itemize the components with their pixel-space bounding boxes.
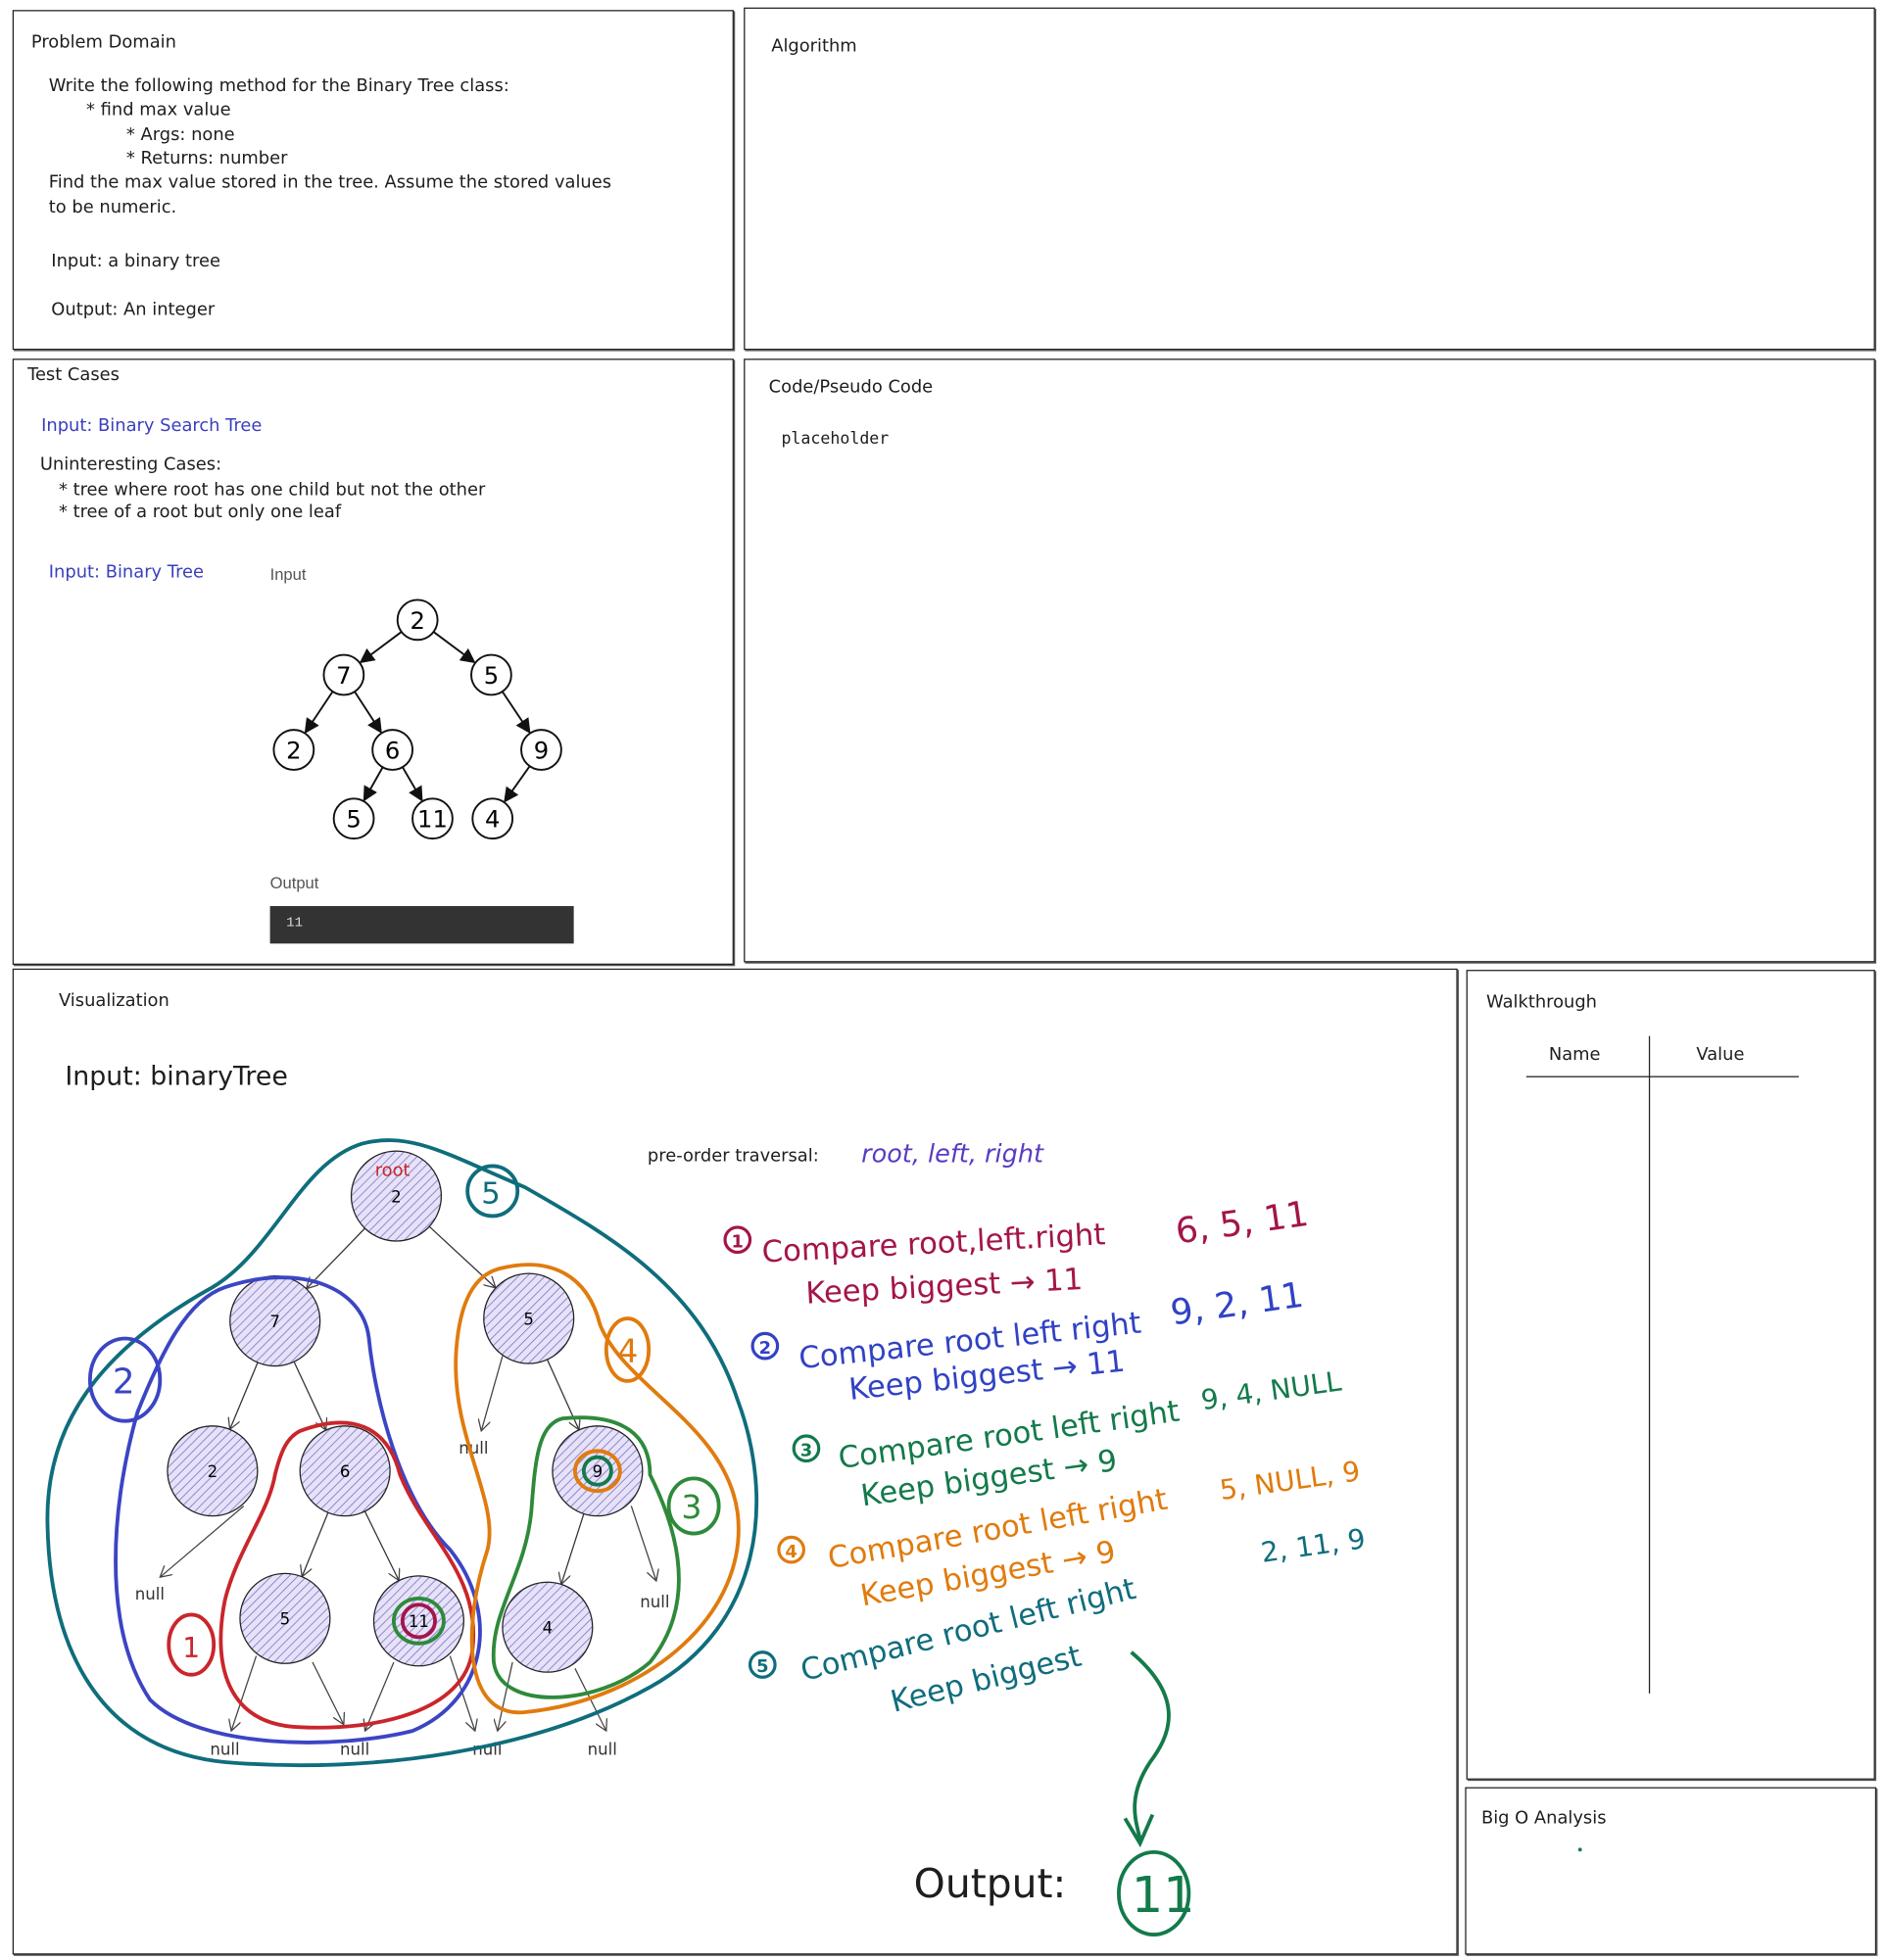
- uninteresting-title: Uninteresting Cases:: [39, 454, 222, 475]
- code-panel: Code/Pseudo Code placeholder: [744, 359, 1875, 963]
- table-column-divider: [1648, 1035, 1651, 1694]
- bt-input-label: Input: Binary Tree: [48, 562, 205, 583]
- visualization-output-label: Output:: [913, 1859, 1067, 1908]
- code-title: Code/Pseudo Code: [768, 377, 934, 398]
- column-value-header: Value: [1696, 1044, 1745, 1066]
- problem-output: Output: An integer: [51, 300, 216, 320]
- test-cases-title: Test Cases: [27, 364, 120, 385]
- traversal-order: root, left, right: [861, 1138, 1043, 1169]
- test-cases-panel: Test Cases Input: Binary Search Tree Uni…: [12, 359, 734, 965]
- problem-line: * find max value: [86, 100, 231, 120]
- column-name-header: Name: [1548, 1044, 1601, 1066]
- problem-line: to be numeric.: [48, 197, 177, 218]
- traversal-label: pre-order traversal:: [647, 1146, 819, 1167]
- output-label: Output: [269, 873, 319, 892]
- output-value: 11: [286, 916, 304, 932]
- input-label: Input: [269, 564, 307, 584]
- problem-line: Find the max value stored in the tree. A…: [48, 172, 612, 193]
- problem-domain-panel: Problem Domain Write the following metho…: [12, 10, 734, 351]
- code-body: placeholder: [781, 429, 890, 450]
- uninteresting-item: * tree where root has one child but not …: [58, 479, 486, 501]
- walkthrough-panel: Walkthrough Name Value: [1466, 970, 1875, 1780]
- bst-input-label: Input: Binary Search Tree: [41, 415, 263, 437]
- problem-line: * Returns: number: [125, 148, 288, 169]
- big-o-title: Big O Analysis: [1480, 1808, 1607, 1829]
- visualization-title: Visualization: [58, 990, 169, 1012]
- visualization-input: Input: binaryTree: [65, 1061, 288, 1091]
- problem-line: Write the following method for the Binar…: [48, 75, 509, 97]
- algorithm-panel: Algorithm: [744, 7, 1875, 351]
- walkthrough-title: Walkthrough: [1486, 992, 1598, 1013]
- problem-line: * Args: none: [125, 124, 235, 146]
- problem-input: Input: a binary tree: [51, 251, 220, 271]
- big-o-panel: Big O Analysis: [1465, 1787, 1877, 1955]
- algorithm-title: Algorithm: [771, 36, 857, 57]
- problem-domain-title: Problem Domain: [30, 32, 176, 53]
- visualization-panel: Visualization Input: binaryTree pre-orde…: [12, 968, 1458, 1955]
- uninteresting-item: * tree of a root but only one leaf: [58, 502, 342, 523]
- table-header-divider: [1525, 1076, 1800, 1077]
- output-box: 11: [269, 906, 574, 944]
